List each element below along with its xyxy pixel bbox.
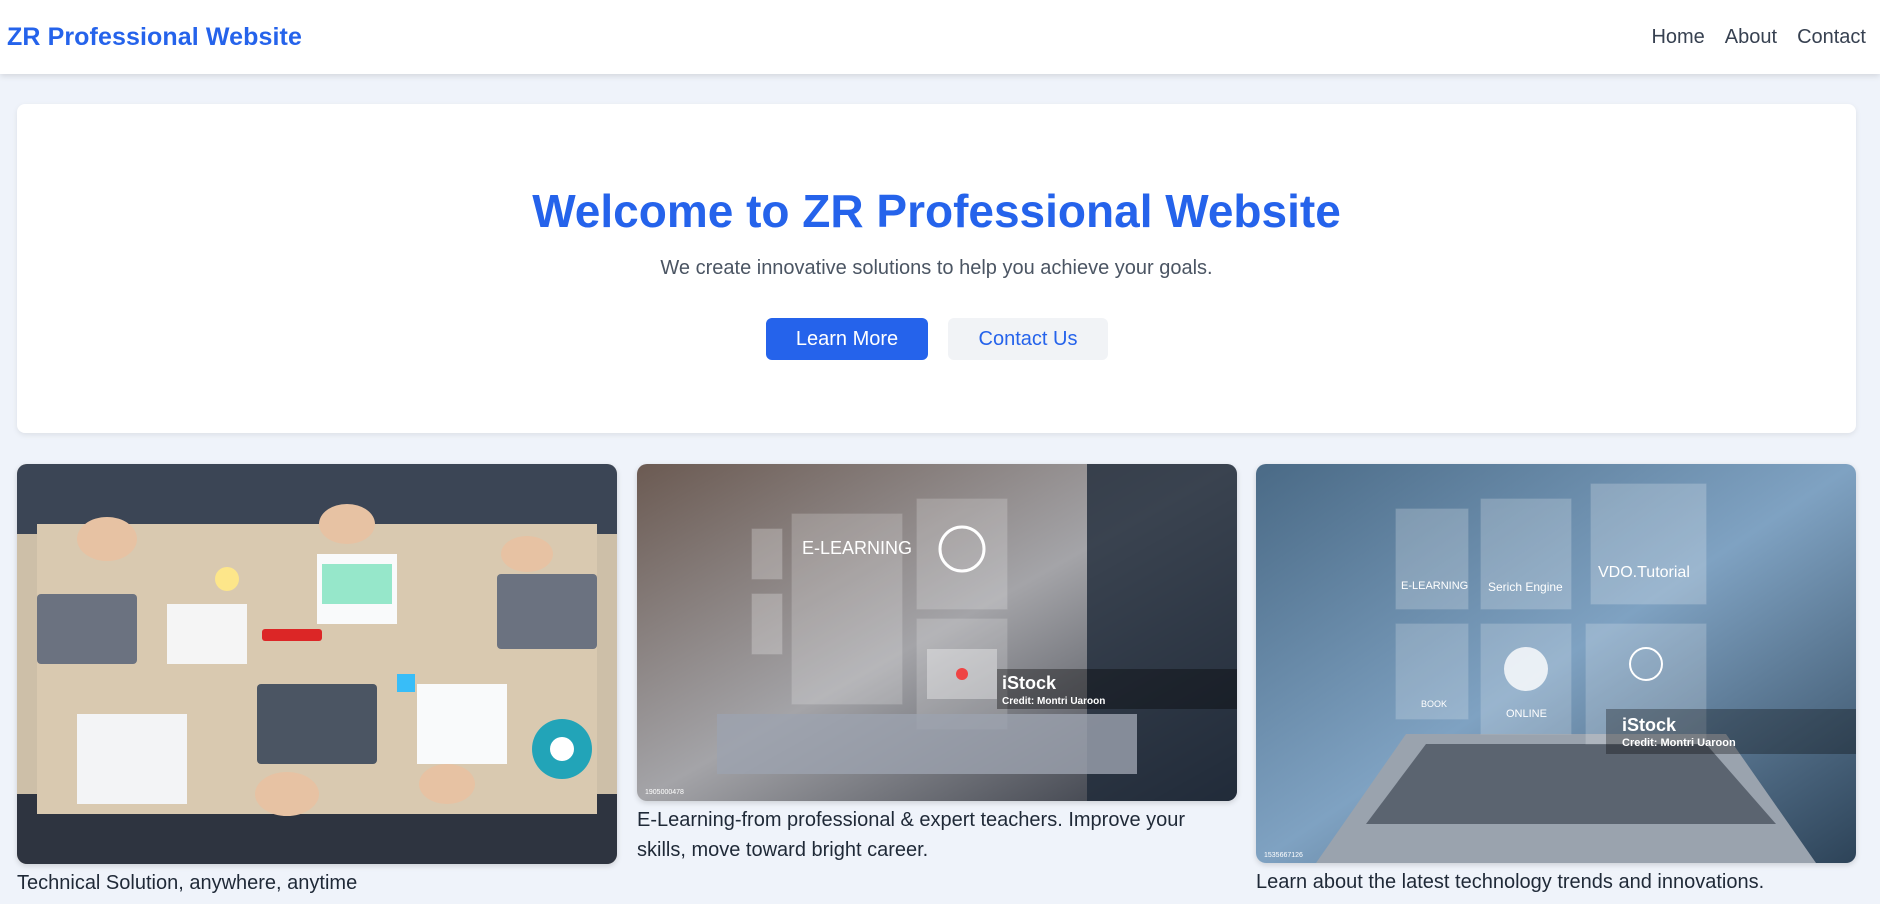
technology-image: E-LEARNING Serich Engine VDO.Tutorial BO…: [1256, 464, 1856, 863]
istock-credit: Credit: Montri Uaroon: [1622, 737, 1736, 749]
tile-label: BOOK: [1421, 699, 1447, 709]
stock-id: 1905000478: [645, 789, 684, 796]
feature-card-technical: Technical Solution, anywhere, anytime: [17, 464, 617, 898]
tile-label: ONLINE: [1506, 708, 1547, 720]
feature-card-technology: E-LEARNING Serich Engine VDO.Tutorial BO…: [1256, 464, 1856, 897]
istock-watermark: iStock: [1002, 673, 1057, 693]
card-caption: Learn about the latest technology trends…: [1256, 871, 1765, 893]
team-meeting-image: [17, 464, 617, 864]
learn-more-button[interactable]: Learn More: [766, 318, 928, 360]
tile-label: VDO.Tutorial: [1598, 564, 1690, 581]
istock-watermark: iStock: [1622, 715, 1677, 735]
brand-logo-text[interactable]: ZR Professional Website: [7, 23, 302, 52]
top-navbar: ZR Professional Website Home About Conta…: [0, 0, 1880, 74]
nav-link-contact[interactable]: Contact: [1797, 26, 1866, 49]
stock-id: 1535667126: [1264, 852, 1303, 859]
hero-subtitle: We create innovative solutions to help y…: [660, 257, 1213, 279]
istock-credit: Credit: Montri Uaroon: [1002, 696, 1105, 707]
contact-us-button[interactable]: Contact Us: [948, 318, 1108, 360]
tile-label: E-LEARNING: [1401, 580, 1468, 592]
nav-link-home[interactable]: Home: [1651, 26, 1704, 49]
tile-label: Serich Engine: [1488, 580, 1563, 594]
main-nav: Home About Contact: [1651, 26, 1866, 49]
hero-title: Welcome to ZR Professional Website: [532, 185, 1341, 237]
card-caption: Technical Solution, anywhere, anytime: [17, 872, 358, 894]
card-caption: E-Learning-from professional & expert te…: [637, 809, 1186, 861]
e-learning-image: E-LEARNING iStock Credit: Montri Uaroon …: [637, 464, 1237, 801]
hero-section: Welcome to ZR Professional Website We cr…: [17, 104, 1856, 433]
e-learning-overlay-label: E-LEARNING: [802, 538, 912, 558]
feature-card-elearning: E-LEARNING iStock Credit: Montri Uaroon …: [637, 464, 1237, 865]
nav-link-about[interactable]: About: [1725, 26, 1777, 49]
